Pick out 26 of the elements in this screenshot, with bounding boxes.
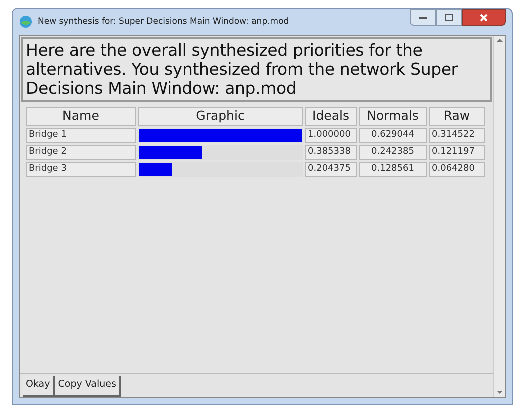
table-cell: 0.242385 <box>359 145 427 160</box>
table-cell: 0.128561 <box>359 162 427 177</box>
message-text: Here are the overall synthesized priorities for the alternatives. You synthesized from the network Super Decisions Main Window: anp.mod <box>26 41 459 98</box>
table-cell: Bridge 3 <box>26 162 136 177</box>
dialog-button[interactable]: Copy Values <box>55 376 122 397</box>
close-button[interactable] <box>462 9 506 26</box>
column-header: Normals <box>359 107 427 126</box>
table-cell: Bridge 2 <box>26 145 136 160</box>
column-header: Graphic <box>138 107 303 126</box>
table-cell: 0.385338 <box>305 145 357 160</box>
column-header: Raw <box>429 107 485 126</box>
table-cell: 0.204375 <box>305 162 357 177</box>
close-icon <box>480 14 488 22</box>
minimize-button[interactable] <box>410 9 436 26</box>
table-cell: 0.314522 <box>429 128 485 143</box>
table-cell: Bridge 1 <box>26 128 136 143</box>
window-title: New synthesis for: Super Decisions Main Window: anp.mod <box>38 16 290 28</box>
table-cell: 0.629044 <box>359 128 427 143</box>
app-icon <box>19 15 33 29</box>
table-cell: 0.064280 <box>429 162 485 177</box>
maximize-button[interactable] <box>436 9 462 26</box>
column-header: Ideals <box>305 107 357 126</box>
table-cell: 0.121197 <box>429 145 485 160</box>
table-cell: 1.000000 <box>305 128 357 143</box>
dialog-button[interactable]: Okay <box>23 376 56 397</box>
column-header: Name <box>26 107 136 126</box>
